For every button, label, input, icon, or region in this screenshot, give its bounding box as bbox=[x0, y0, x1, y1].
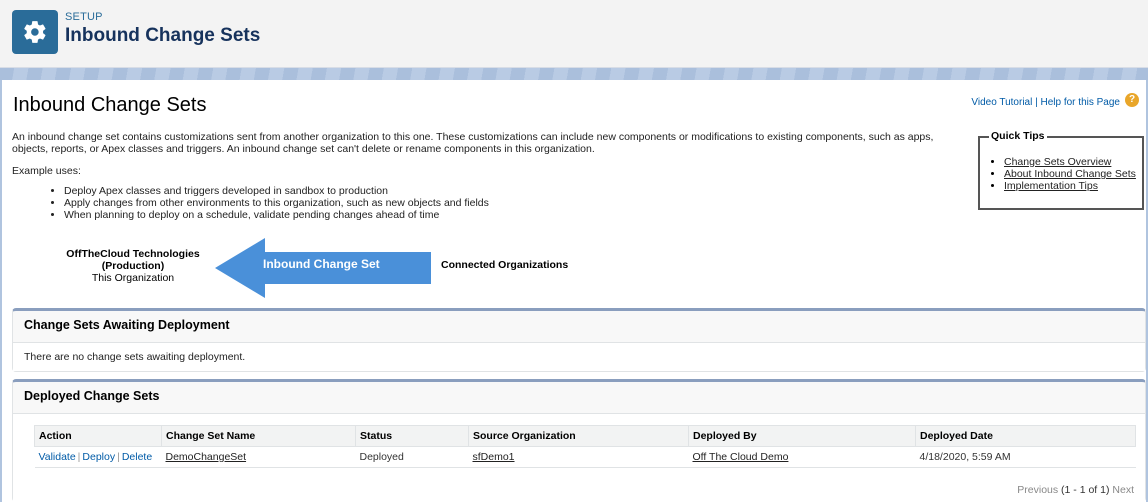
quick-tips-title: Quick Tips bbox=[989, 130, 1047, 142]
column-header[interactable]: Deployed By bbox=[688, 425, 916, 447]
page-range: (1 - 1 of 1) bbox=[1061, 484, 1110, 496]
awaiting-empty-message: There are no change sets awaiting deploy… bbox=[13, 343, 1145, 371]
help-links: Video Tutorial | Help for this Page bbox=[971, 97, 1120, 108]
pagination: Previous (1 - 1 of 1) Next bbox=[1017, 484, 1134, 496]
row-actions: Validate | Deploy | Delete bbox=[34, 446, 162, 468]
example-uses-title: Example uses: bbox=[12, 165, 81, 177]
panel-title: Change Sets Awaiting Deployment bbox=[13, 311, 1145, 343]
quick-tips-list: Change Sets Overview About Inbound Chang… bbox=[986, 156, 1136, 192]
table-row: Validate | Deploy | Delete DemoChangeSet Dep… bbox=[34, 446, 1136, 468]
video-tutorial-link[interactable]: Video Tutorial bbox=[971, 97, 1032, 108]
implementation-tips-link[interactable]: Implementation Tips bbox=[1004, 180, 1098, 192]
deployed-table: Action Change Set Name Status Source Org… bbox=[34, 425, 1136, 468]
example-uses-list: Deploy Apex classes and triggers develop… bbox=[46, 185, 489, 221]
awaiting-deployment-panel: Change Sets Awaiting Deployment There ar… bbox=[12, 308, 1146, 372]
page-content: Inbound Change Sets Video Tutorial | Hel… bbox=[2, 80, 1146, 502]
column-header[interactable]: Source Organization bbox=[468, 425, 689, 447]
change-sets-overview-link[interactable]: Change Sets Overview bbox=[1004, 156, 1111, 168]
connected-organizations-label: Connected Organizations bbox=[441, 259, 569, 271]
column-header[interactable]: Status bbox=[355, 425, 469, 447]
list-item: Apply changes from other environments to… bbox=[64, 197, 489, 209]
header-band bbox=[0, 68, 1148, 80]
help-for-page-link[interactable]: Help for this Page bbox=[1041, 97, 1121, 108]
status-cell: Deployed bbox=[355, 446, 469, 468]
deployed-change-sets-panel: Deployed Change Sets Action Change Set N… bbox=[12, 379, 1146, 502]
validate-link[interactable]: Validate bbox=[39, 451, 76, 463]
next-link[interactable]: Next bbox=[1112, 484, 1134, 496]
quick-tips-box: Quick Tips Change Sets Overview About In… bbox=[978, 130, 1144, 210]
this-organization: OffTheCloud Technologies (Production) Th… bbox=[58, 248, 208, 284]
help-icon[interactable]: ? bbox=[1125, 93, 1139, 107]
panel-title: Deployed Change Sets bbox=[13, 382, 1145, 414]
deploy-link[interactable]: Deploy bbox=[82, 451, 115, 463]
intro-text: An inbound change set contains customiza… bbox=[12, 131, 934, 155]
about-inbound-change-sets-link[interactable]: About Inbound Change Sets bbox=[1004, 168, 1136, 180]
column-header[interactable]: Deployed Date bbox=[915, 425, 1136, 447]
deployed-panel-body: Action Change Set Name Status Source Org… bbox=[13, 414, 1145, 502]
delete-link[interactable]: Delete bbox=[122, 451, 152, 463]
previous-link[interactable]: Previous bbox=[1017, 484, 1058, 496]
list-item: Deploy Apex classes and triggers develop… bbox=[64, 185, 489, 197]
setup-header: SETUP Inbound Change Sets bbox=[0, 0, 1148, 68]
list-item: When planning to deploy on a schedule, v… bbox=[64, 209, 489, 221]
table-header-row: Action Change Set Name Status Source Org… bbox=[34, 425, 1136, 447]
column-header: Action bbox=[34, 425, 162, 447]
column-header[interactable]: Change Set Name bbox=[161, 425, 356, 447]
page-title: Inbound Change Sets bbox=[13, 94, 207, 116]
help-separator: | bbox=[1035, 97, 1038, 108]
deployed-by-link[interactable]: Off The Cloud Demo bbox=[693, 451, 789, 463]
header-title: Inbound Change Sets bbox=[65, 25, 261, 46]
org-type: (Production) bbox=[101, 260, 165, 272]
org-note: This Organization bbox=[91, 272, 175, 284]
deployed-date-cell: 4/18/2020, 5:59 AM bbox=[915, 446, 1136, 468]
setup-label: SETUP bbox=[65, 11, 103, 23]
change-set-name-link[interactable]: DemoChangeSet bbox=[166, 451, 247, 463]
org-name: OffTheCloud Technologies bbox=[66, 248, 200, 260]
gear-icon bbox=[12, 10, 58, 54]
arrow-label: Inbound Change Set bbox=[263, 257, 380, 271]
source-org-link[interactable]: sfDemo1 bbox=[473, 451, 515, 463]
